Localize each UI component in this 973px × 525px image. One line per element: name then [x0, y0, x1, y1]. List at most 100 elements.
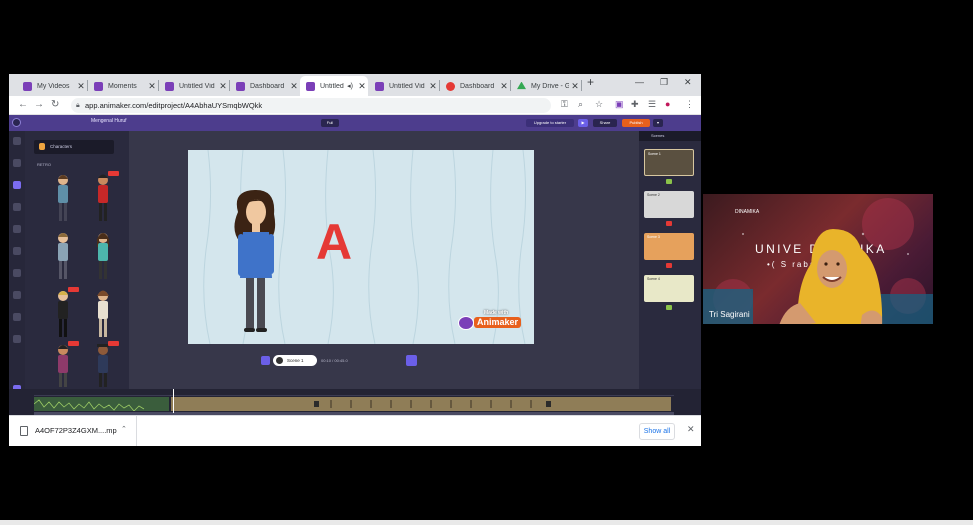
animaker-favicon-icon [94, 81, 103, 91]
participant-name: Tri Sagirani [709, 310, 750, 319]
tab-moments[interactable]: Moments ✕ [88, 76, 158, 96]
chevron-up-icon[interactable]: ⌃ [121, 425, 127, 433]
scene-thumbnail-4[interactable]: Scene 4 [644, 275, 694, 302]
character-thumbnail[interactable] [45, 341, 81, 395]
timeline-ruler [34, 390, 674, 396]
more-options-icon[interactable]: ▾ [653, 119, 663, 127]
share-button[interactable]: Share [593, 119, 617, 127]
publish-button[interactable]: Publish [622, 119, 650, 127]
character-avatar-icon [39, 143, 45, 150]
upload-icon[interactable] [13, 335, 21, 343]
characters-icon[interactable] [13, 181, 21, 189]
browser-window: My Videos ✕ Moments ✕ Untitled Vid ✕ Das… [9, 74, 701, 446]
profile-avatar-icon[interactable]: ● [665, 99, 670, 109]
tab-dashboard[interactable]: Dashboard ✕ [230, 76, 300, 96]
animaker-favicon-icon [23, 81, 32, 91]
address-bar-row: ← → ↻ 🔒︎ app.animaker.com/editproject/A4… [9, 96, 701, 115]
effects-icon[interactable] [13, 313, 21, 321]
zoom-icon[interactable]: ⌕ [578, 99, 583, 110]
preview-toggle[interactable]: Full [321, 119, 339, 127]
scene-panel-header: Scenes [639, 131, 701, 141]
back-icon[interactable]: ← [18, 99, 28, 110]
character-thumbnail[interactable] [45, 229, 81, 283]
character-thumbnail[interactable] [85, 171, 121, 225]
minimize-icon[interactable]: — [635, 77, 644, 87]
close-tab-icon[interactable]: ✕ [498, 81, 510, 92]
tab-untitled-video-2[interactable]: Untitled Vid ✕ [369, 76, 439, 96]
reading-list-icon[interactable]: ☰ [648, 99, 656, 110]
download-item[interactable]: A4OF72P3Z4GXM....mp ⌃ [9, 416, 137, 446]
scene-thumbnail-3[interactable]: Scene 3 [644, 233, 694, 260]
music-icon[interactable] [13, 269, 21, 277]
close-tab-icon[interactable]: ✕ [146, 81, 158, 92]
close-tab-icon[interactable]: ✕ [288, 81, 300, 92]
scene-tag [666, 221, 672, 226]
video-icon[interactable] [13, 291, 21, 299]
upgrade-button[interactable]: Upgrade to starter [526, 119, 574, 127]
tab-untitled-active[interactable]: Untitled ◂) ✕ [300, 76, 368, 96]
scene-track[interactable] [171, 397, 671, 411]
templates-icon[interactable] [13, 159, 21, 167]
scene-canvas[interactable]: A Made with Animaker [188, 150, 534, 344]
animaker-watermark: Made with Animaker [458, 310, 526, 334]
close-tab-icon[interactable]: ✕ [217, 81, 229, 92]
play-preview-icon[interactable]: ▶ [578, 119, 588, 127]
close-window-icon[interactable]: ✕ [684, 77, 692, 88]
character-thumbnail[interactable] [85, 341, 121, 395]
key-icon[interactable]: ⚿ [561, 99, 568, 110]
animaker-editor: Mengenal Huruf Full Upgrade to starter ▶… [9, 115, 701, 415]
tab-untitled-video[interactable]: Untitled Vid ✕ [159, 76, 229, 96]
animaker-logo-icon[interactable] [12, 118, 21, 127]
audio-playing-icon[interactable]: ◂) [344, 82, 356, 90]
text-icon[interactable] [13, 247, 21, 255]
my-files-icon[interactable] [13, 137, 21, 145]
close-tab-icon[interactable]: ✕ [569, 81, 581, 92]
scene-tag [666, 305, 672, 310]
close-tab-icon[interactable]: ✕ [75, 81, 87, 92]
scene-thumbnail-1[interactable]: Scene 1 [644, 149, 694, 176]
restore-icon[interactable]: ❐ [660, 77, 668, 88]
google-drive-favicon-icon [517, 81, 526, 90]
backgrounds-icon[interactable] [13, 225, 21, 233]
url-input[interactable]: 🔒︎ app.animaker.com/editproject/A4AbhaUY… [71, 98, 551, 113]
character-category-dropdown[interactable]: Characters [34, 140, 114, 154]
character-thumbnail[interactable] [85, 229, 121, 283]
audio-track[interactable] [33, 397, 169, 412]
new-badge [68, 287, 79, 292]
editor-header: Mengenal Huruf Full Upgrade to starter ▶… [9, 115, 701, 131]
fullscreen-icon[interactable] [406, 355, 417, 366]
props-icon[interactable] [13, 203, 21, 211]
new-badge [108, 341, 119, 346]
timeline [9, 389, 701, 415]
character-thumbnail[interactable] [85, 287, 121, 341]
puzzle-icon[interactable]: ✚ [631, 99, 639, 110]
big-letter-text[interactable]: A [316, 217, 352, 267]
forward-icon[interactable]: → [34, 99, 44, 110]
tab-my-drive[interactable]: My Drive - G ✕ [511, 76, 581, 96]
playback-controls: Scene 1 00:10 / 00:45.0 [261, 354, 431, 368]
close-tab-icon[interactable]: ✕ [427, 81, 439, 92]
playhead[interactable] [173, 389, 174, 413]
woman-character[interactable] [230, 190, 280, 335]
tab-dashboard-2[interactable]: Dashboard ✕ [440, 76, 510, 96]
pause-button[interactable] [261, 356, 270, 365]
bookmark-star-icon[interactable]: ☆ [595, 99, 603, 110]
tab-my-videos[interactable]: My Videos ✕ [17, 76, 87, 96]
animaker-favicon-icon [306, 81, 315, 91]
reload-icon[interactable]: ↻ [51, 99, 59, 110]
show-all-button[interactable]: Show all [639, 423, 675, 440]
new-badge [68, 341, 79, 346]
new-tab-button[interactable]: + [587, 75, 594, 89]
character-thumbnail[interactable] [45, 287, 81, 341]
scene-selector[interactable]: Scene 1 [273, 355, 317, 366]
participant-video [779, 229, 883, 324]
project-title[interactable]: Mengenal Huruf [91, 118, 127, 124]
extension-icon[interactable]: ▣ [615, 99, 624, 110]
close-download-bar-icon[interactable]: ✕ [687, 424, 695, 435]
menu-kebab-icon[interactable]: ⋮ [685, 99, 694, 110]
participant-video-tile[interactable]: DINAMIKA UNIVE DINAMIKA •( S rabaya ) Tr… [703, 194, 933, 324]
close-tab-icon[interactable]: ✕ [356, 81, 368, 92]
character-thumbnail[interactable] [45, 171, 81, 225]
university-logo: DINAMIKA [735, 209, 760, 215]
scene-thumbnail-2[interactable]: Scene 2 [644, 191, 694, 218]
